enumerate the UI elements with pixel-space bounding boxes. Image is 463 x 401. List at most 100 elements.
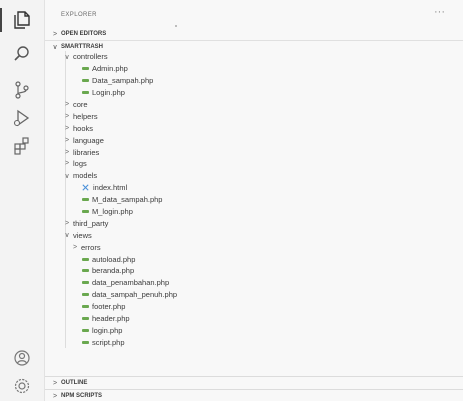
- chevron-right-icon: >: [52, 379, 58, 387]
- explorer-title: EXPLORER: [61, 12, 97, 18]
- tree-item-label: logs: [73, 159, 87, 169]
- chevron-right-icon: >: [64, 160, 70, 168]
- file-item[interactable]: footer.php: [45, 301, 463, 313]
- tree-item-label: Admin.php: [92, 64, 128, 74]
- folder-item[interactable]: > hooks: [45, 122, 463, 134]
- folder-item[interactable]: > errors: [45, 241, 463, 253]
- account-icon[interactable]: [8, 344, 36, 372]
- chevron-right-icon: >: [64, 136, 70, 144]
- tree-item-label: views: [73, 230, 92, 240]
- section-label: OPEN EDITORS: [61, 31, 107, 37]
- tree-item-label: controllers: [73, 52, 108, 62]
- file-item[interactable]: data_penambahan.php: [45, 277, 463, 289]
- php-file-icon: [82, 305, 89, 309]
- file-item[interactable]: header.php: [45, 313, 463, 325]
- folder-item[interactable]: > libraries: [45, 146, 463, 158]
- file-item[interactable]: data_sampah_penuh.php: [45, 289, 463, 301]
- folder-item[interactable]: > third_party: [45, 217, 463, 229]
- folder-item[interactable]: > logs: [45, 158, 463, 170]
- file-item[interactable]: autoload.php: [45, 253, 463, 265]
- file-item[interactable]: script.php: [45, 336, 463, 348]
- html-file-icon: [81, 183, 90, 192]
- php-file-icon: [82, 257, 89, 261]
- chevron-down-icon: ∨: [64, 232, 70, 240]
- tree-item-label: M_login.php: [92, 207, 133, 217]
- php-file-icon: [82, 281, 89, 285]
- file-item[interactable]: index.html: [45, 182, 463, 194]
- folder-item[interactable]: ∨ views: [45, 229, 463, 241]
- chevron-right-icon: >: [72, 243, 78, 251]
- chevron-down-icon: ∨: [52, 43, 58, 51]
- tree-item-label: core: [73, 100, 88, 109]
- tree-item-label: index.html: [93, 183, 128, 193]
- file-tree: ∨ controllers Admin.php Data_sampah.php Logi…: [45, 51, 463, 349]
- folder-item[interactable]: ∨ models: [45, 170, 463, 182]
- tree-item-label: models: [73, 171, 98, 181]
- folder-item[interactable]: > helpers: [45, 110, 463, 122]
- explorer-sidebar: EXPLORER ··· > OPEN EDITORS ∨ SMARTTRASH…: [45, 0, 463, 401]
- php-file-icon: [82, 67, 89, 71]
- section-open-editors[interactable]: > OPEN EDITORS: [45, 28, 463, 40]
- folder-item[interactable]: ∨ controllers: [45, 51, 463, 63]
- file-item[interactable]: M_login.php: [45, 206, 463, 218]
- php-file-icon: [82, 328, 89, 332]
- php-file-icon: [82, 269, 89, 273]
- tree-item-label: Login.php: [92, 88, 125, 98]
- php-file-icon: [82, 293, 89, 297]
- tree-item-label: beranda.php: [92, 266, 135, 276]
- php-file-icon: [82, 317, 89, 321]
- tree-item-label: language: [73, 135, 104, 145]
- chevron-right-icon: >: [64, 148, 70, 156]
- chevron-right-icon: >: [64, 124, 70, 132]
- tree-item-label: errors: [81, 242, 101, 252]
- extensions-icon[interactable]: [8, 132, 36, 160]
- section-label: NPM SCRIPTS: [61, 393, 103, 399]
- tree-item-label: third_party: [73, 218, 109, 228]
- more-actions-icon[interactable]: ···: [434, 6, 445, 18]
- tree-item-label: M_data_sampah.php: [92, 195, 163, 205]
- tree-item-label: libraries: [73, 147, 100, 157]
- section-npm-scripts[interactable]: > NPM SCRIPTS: [45, 389, 463, 401]
- tree-item-label: login.php: [92, 325, 123, 335]
- section-outline[interactable]: > OUTLINE: [45, 376, 463, 389]
- tree-item-label: hooks: [73, 123, 94, 133]
- php-file-icon: [82, 79, 89, 83]
- folder-item[interactable]: > core: [45, 99, 463, 111]
- tree-item-label: data_penambahan.php: [92, 278, 170, 288]
- file-item[interactable]: beranda.php: [45, 265, 463, 277]
- explorer-header: EXPLORER ···: [45, 0, 463, 27]
- file-item[interactable]: Data_sampah.php: [45, 75, 463, 87]
- php-file-icon: [82, 340, 89, 344]
- chevron-right-icon: >: [64, 219, 70, 227]
- php-file-icon: [82, 210, 89, 214]
- file-item[interactable]: login.php: [45, 324, 463, 336]
- tree-item-label: header.php: [92, 314, 130, 324]
- settings-gear-icon[interactable]: [8, 372, 36, 400]
- tree-item-label: script.php: [92, 337, 125, 347]
- php-file-icon: [82, 91, 89, 95]
- tree-item-label: Data_sampah.php: [92, 76, 154, 86]
- tree-item-label: autoload.php: [92, 254, 136, 264]
- vscode-window: EXPLORER ··· > OPEN EDITORS ∨ SMARTTRASH…: [0, 0, 463, 401]
- chevron-down-icon: ∨: [64, 172, 70, 180]
- chevron-right-icon: >: [64, 112, 70, 120]
- chevron-down-icon: ∨: [64, 53, 70, 61]
- chevron-right-icon: >: [52, 392, 58, 400]
- search-icon[interactable]: [8, 40, 36, 68]
- source-control-icon[interactable]: [8, 76, 36, 104]
- tree-item-label: footer.php: [92, 302, 126, 312]
- tree-item-label: helpers: [73, 111, 98, 121]
- run-debug-icon[interactable]: [8, 104, 36, 132]
- activity-bar: [0, 0, 45, 401]
- chevron-right-icon: >: [64, 101, 70, 108]
- section-label: OUTLINE: [61, 380, 88, 386]
- file-item[interactable]: Login.php: [45, 87, 463, 99]
- php-file-icon: [82, 198, 89, 202]
- files-icon[interactable]: [0, 6, 36, 34]
- chevron-right-icon: >: [52, 30, 58, 38]
- section-label: SMARTTRASH: [61, 43, 103, 50]
- file-item[interactable]: M_data_sampah.php: [45, 194, 463, 206]
- folder-item[interactable]: > language: [45, 134, 463, 146]
- file-item[interactable]: Admin.php: [45, 63, 463, 75]
- tree-item-label: data_sampah_penuh.php: [92, 290, 178, 300]
